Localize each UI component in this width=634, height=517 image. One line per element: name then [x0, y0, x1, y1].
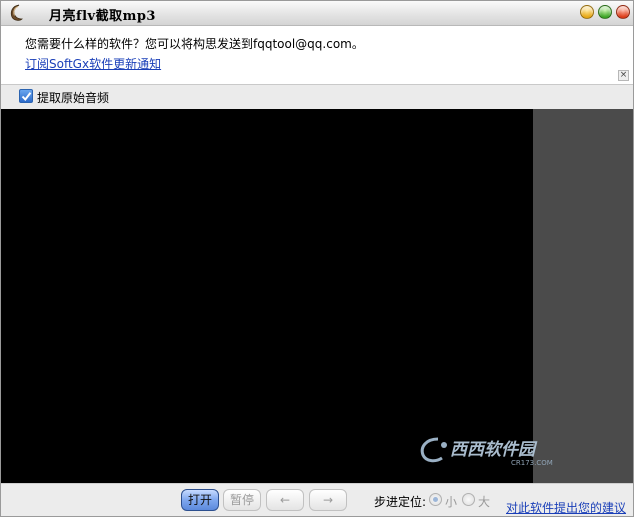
step-small-radio[interactable] [429, 493, 442, 506]
feedback-link[interactable]: 对此软件提出您的建议 [506, 499, 626, 516]
app-window: 月亮flv截取mp3 您需要什么样的软件？您可以将构思发送到fqqtool@qq… [0, 0, 634, 517]
side-panel [533, 109, 633, 483]
pause-button[interactable]: 暂停 [223, 489, 261, 511]
maximize-button[interactable] [598, 5, 612, 19]
step-small-label[interactable]: 小 [445, 493, 457, 510]
watermark-logo: 西西软件园 CR173.COM [416, 431, 596, 471]
open-button[interactable]: 打开 [181, 489, 219, 511]
minimize-button[interactable] [580, 5, 594, 19]
extract-audio-checkbox[interactable] [19, 89, 33, 103]
step-big-radio[interactable] [462, 493, 475, 506]
subscribe-link[interactable]: 订阅SoftGx软件更新通知 [25, 55, 161, 72]
video-display [1, 109, 533, 483]
checkmark-icon [21, 92, 32, 102]
step-forward-button[interactable]: → [309, 489, 347, 511]
step-back-button[interactable]: ← [266, 489, 304, 511]
watermark-text: 西西软件园 [450, 440, 538, 460]
step-position-label: 步进定位: [374, 495, 427, 509]
info-panel: 您需要什么样的软件？您可以将构思发送到fqqtool@qq.com。 订阅Sof… [1, 26, 633, 85]
watermark-subtext: CR173.COM [511, 459, 553, 467]
step-big-label[interactable]: 大 [478, 493, 490, 510]
bottom-toolbar: 打开 暂停 ← → 步进定位: 小 大 对此软件提出您的建议 [1, 483, 633, 516]
title-bar[interactable]: 月亮flv截取mp3 [1, 1, 633, 26]
info-message: 您需要什么样的软件？您可以将构思发送到fqqtool@qq.com。 [25, 37, 364, 51]
close-button[interactable] [616, 5, 630, 19]
options-row: 提取原始音频 [1, 85, 633, 109]
info-close-button[interactable]: × [618, 70, 629, 81]
moon-app-icon [7, 4, 25, 22]
extract-audio-label[interactable]: 提取原始音频 [37, 89, 109, 106]
window-title: 月亮flv截取mp3 [49, 9, 156, 24]
